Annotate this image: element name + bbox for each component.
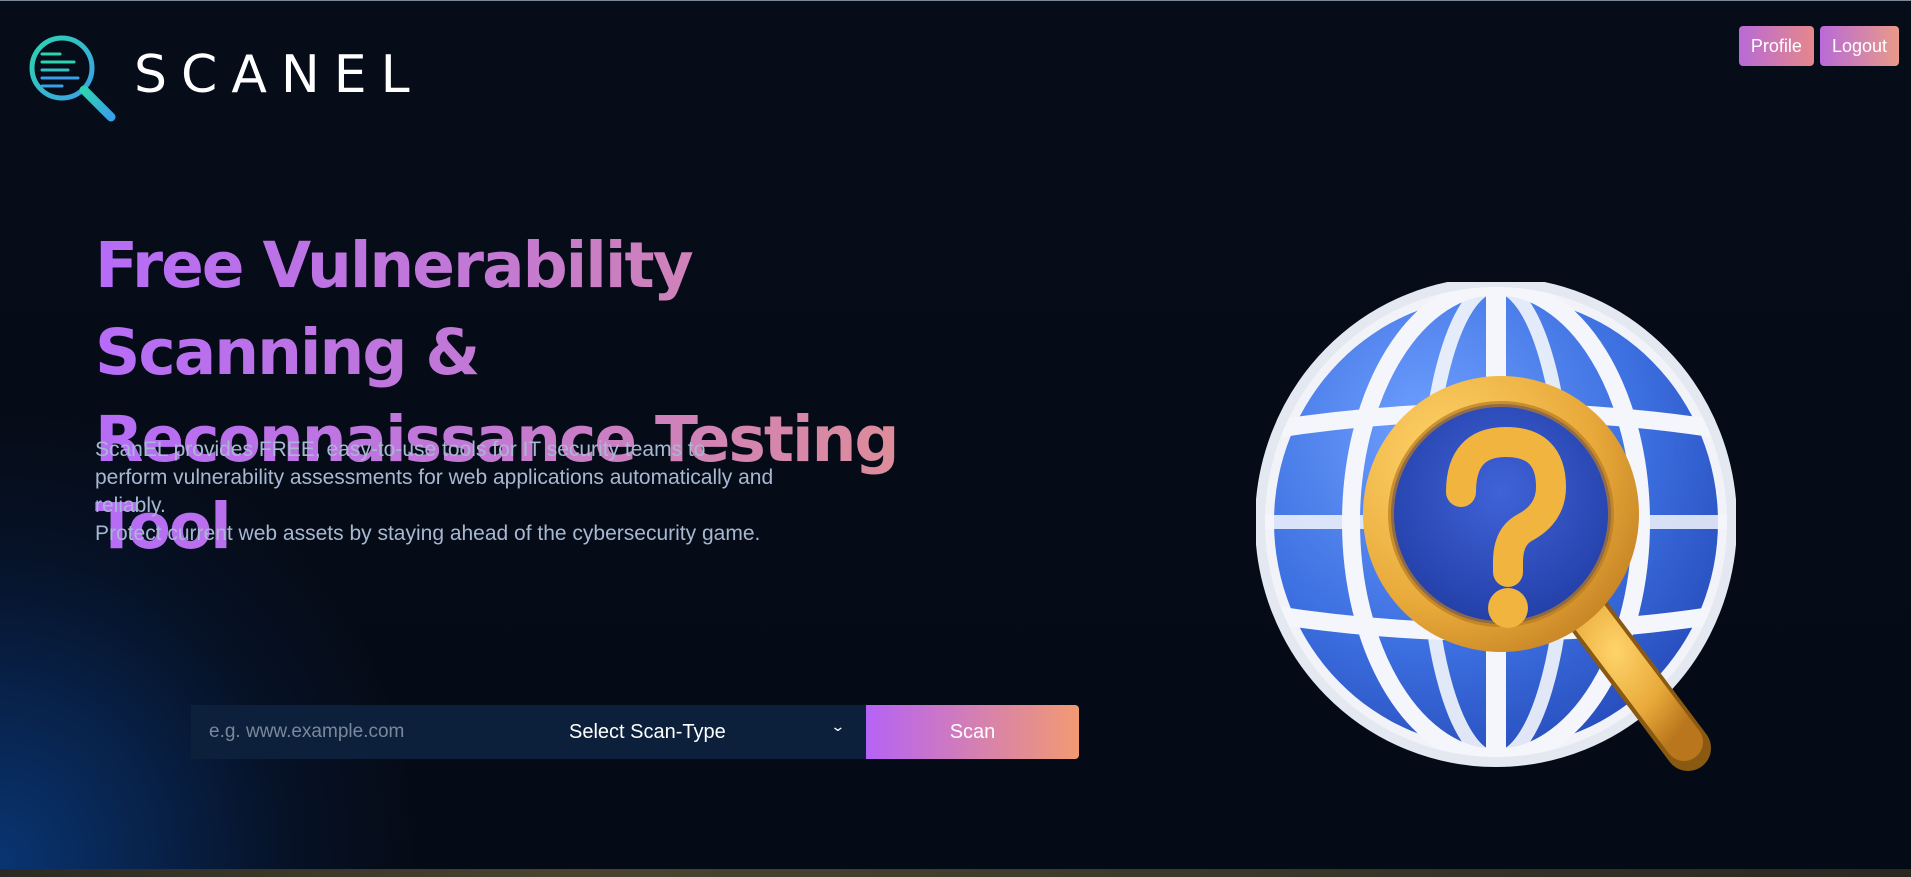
scan-button[interactable]: Scan xyxy=(866,705,1079,759)
description-paragraph-1: ScanEL provides FREE, easy-to-use tools … xyxy=(95,438,774,517)
scan-form: Select Scan-Type ⌄ Scan xyxy=(191,705,1079,759)
brand-logo[interactable]: SCANEL xyxy=(26,32,424,127)
scan-type-selected-value: Select Scan-Type xyxy=(569,720,726,743)
profile-button[interactable]: Profile xyxy=(1738,26,1814,66)
headline-line-1: Free Vulnerability Scanning & xyxy=(95,229,692,389)
top-border xyxy=(0,0,1911,1)
url-input[interactable] xyxy=(191,705,521,759)
chevron-down-icon: ⌄ xyxy=(830,718,846,734)
bottom-image-strip xyxy=(0,869,1911,877)
logout-button[interactable]: Logout xyxy=(1819,26,1899,66)
description-paragraph-2: Protect current web assets by staying ah… xyxy=(95,522,761,545)
top-nav: Profile Logout xyxy=(1738,26,1899,66)
brand-wordmark: SCANEL xyxy=(134,44,424,105)
magnifier-logo-icon xyxy=(29,35,116,122)
scan-type-select[interactable]: Select Scan-Type ⌄ xyxy=(521,705,866,759)
hero-description: ScanEL provides FREE, easy-to-use tools … xyxy=(95,436,775,548)
globe-magnifier-question-icon xyxy=(1256,282,1736,771)
